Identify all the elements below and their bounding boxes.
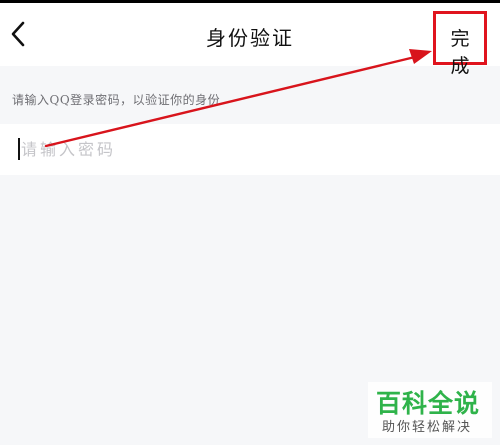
password-hint: 请输入QQ登录密码，以验证你的身份 [12,93,221,107]
watermark: 百科全说 助你轻松解决 [368,382,492,438]
annotation-arrow [44,49,432,148]
done-button[interactable]: 完成 [433,11,487,77]
password-field-row [0,124,500,175]
watermark-subtitle: 助你轻松解决 [382,420,473,435]
watermark-title: 百科全说 [376,389,481,418]
page-title: 身份验证 [206,26,294,50]
nav-bar: 身份验证 [0,3,500,66]
text-cursor [18,138,20,160]
password-input[interactable] [18,132,481,166]
